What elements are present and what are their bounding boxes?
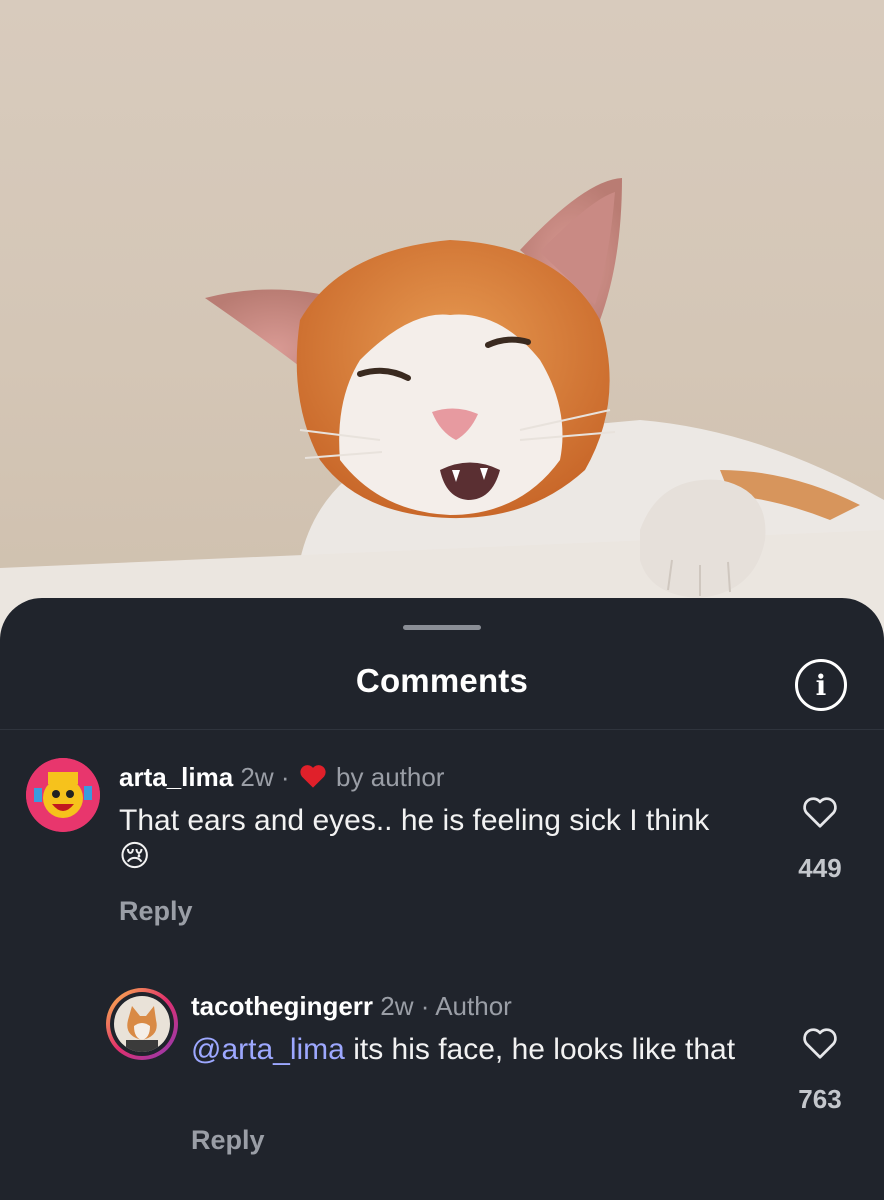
avatar[interactable] <box>106 988 178 1060</box>
reply-button[interactable]: Reply <box>191 1125 265 1156</box>
comment-item: tacothegingerr 2w · Author @arta_lima it… <box>0 598 884 1200</box>
author-badge: Author <box>435 991 512 1021</box>
comment-username[interactable]: tacothegingerr <box>191 991 373 1021</box>
like-count: 763 <box>798 1084 842 1114</box>
like-heart-icon[interactable] <box>802 1026 838 1065</box>
comment-text: @arta_lima its his face, he looks like t… <box>191 1032 751 1068</box>
comments-sheet: Comments i arta_lima 2w · by author That… <box>0 598 884 1200</box>
comment-text-body: its his face, he looks like that <box>353 1033 736 1066</box>
post-photo <box>0 0 884 640</box>
separator-dot: · <box>420 991 430 1021</box>
comment-header: tacothegingerr 2w · Author <box>191 991 512 1022</box>
cat-photo-illustration <box>0 178 884 640</box>
mention-link[interactable]: @arta_lima <box>191 1033 345 1066</box>
cat-avatar-icon <box>114 996 170 1052</box>
comment-age: 2w <box>380 991 414 1021</box>
